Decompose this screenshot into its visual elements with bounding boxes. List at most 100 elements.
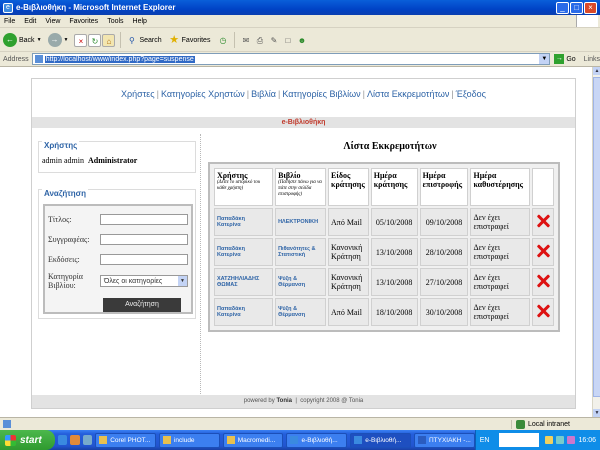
task-ebiblio-1[interactable]: e-Βιβλιοθή... xyxy=(286,432,348,448)
row-delete-button[interactable] xyxy=(531,208,554,236)
header-user: Χρήστης (Δείτε το ιστορικό του κάθε χρήστ… xyxy=(214,168,274,206)
menu-view[interactable]: View xyxy=(45,18,60,25)
title-input[interactable] xyxy=(100,214,188,225)
discuss-icon[interactable]: □ xyxy=(281,34,294,47)
print-icon[interactable]: ⎙ xyxy=(253,34,266,47)
row-user-link[interactable]: Παπαδάκη Κατερίνα xyxy=(214,208,274,236)
header-ret-date: Ημέρα επιστροφής xyxy=(419,168,469,206)
word-icon xyxy=(417,436,426,444)
minimize-button[interactable]: _ xyxy=(556,1,569,14)
title-row: Τίτλος: xyxy=(48,214,188,225)
stop-icon[interactable]: × xyxy=(74,33,88,47)
maximize-button[interactable]: □ xyxy=(570,1,583,14)
tray-icon[interactable] xyxy=(556,436,565,444)
search-form: Τίτλος: Συγγραφέας: Εκδόσεις: Κατηγορία Β… xyxy=(43,204,193,314)
task-ptyxiaki[interactable]: ΠΤΥΧΙΑΚΗ -... xyxy=(413,432,475,448)
user-panel: Χρήστης admin admin Administrator xyxy=(38,141,196,173)
edit-icon[interactable]: ✎ xyxy=(267,34,280,47)
window-titlebar: e e-Βιβλιοθήκη - Microsoft Internet Expl… xyxy=(0,0,600,15)
mail-icon[interactable]: ✉ xyxy=(239,34,252,47)
row-user-link[interactable]: Παπαδάκη Κατερίνα xyxy=(214,238,274,266)
go-button[interactable]: → Go xyxy=(554,54,576,64)
nav-pending-list[interactable]: Λίστα Εκκρεμοτήτων xyxy=(367,89,449,99)
favorites-button[interactable]: ★ Favorites xyxy=(168,34,210,47)
nav-book-categories[interactable]: Κατηγορίες Βιβλίων xyxy=(282,89,360,99)
delete-x-icon xyxy=(536,274,550,288)
nav-books[interactable]: Βιβλία xyxy=(251,89,276,99)
tray-icon[interactable] xyxy=(567,436,576,444)
chevron-down-icon: ▼ xyxy=(63,37,69,43)
tray-icon[interactable] xyxy=(545,436,554,444)
row-delete-button[interactable] xyxy=(531,238,554,266)
back-arrow-icon: ← xyxy=(3,33,17,47)
address-input[interactable]: http://localhost/www/index.php?page=susp… xyxy=(31,53,551,65)
search-submit-button[interactable]: Αναζήτηση xyxy=(103,298,181,312)
go-arrow-icon: → xyxy=(554,54,565,64)
site-page: Χρήστες | Κατηγορίες Χρηστών | Βιβλία | Κατηγο… xyxy=(31,78,576,409)
search-button[interactable]: ⚲ Search xyxy=(125,34,162,47)
back-button[interactable]: ← Back ▼ xyxy=(3,33,42,47)
row-delay: Δεν έχει επιστραφεί xyxy=(470,238,530,266)
start-button[interactable]: start xyxy=(0,430,55,450)
task-corel[interactable]: Corel PHOT... xyxy=(95,432,156,448)
home-icon[interactable]: ⌂ xyxy=(102,33,116,47)
column-divider xyxy=(200,134,201,404)
history-icon[interactable]: ◷ xyxy=(216,34,229,47)
browser-toolbar: ← Back ▼ → ▼ × ↻ ⌂ ⚲ Search ★ Favorites … xyxy=(0,29,600,52)
row-user-link[interactable]: Παπαδάκη Κατερίνα xyxy=(214,298,274,326)
forward-button[interactable]: → ▼ xyxy=(47,33,69,47)
row-delete-button[interactable] xyxy=(531,268,554,296)
chevron-down-icon: ▼ xyxy=(36,37,42,43)
author-input[interactable] xyxy=(100,234,188,245)
row-ret-date: 09/10/2008 xyxy=(419,208,469,236)
row-book-link[interactable]: Ψύξη & Θέρμανση xyxy=(275,268,326,296)
site-footer: powered by Tonia | copyright 2008 @ Toni… xyxy=(32,395,575,408)
quicklaunch-media-icon[interactable] xyxy=(70,435,80,445)
messenger-icon[interactable]: ☻ xyxy=(295,34,308,47)
scroll-down-icon[interactable]: ▼ xyxy=(593,409,600,417)
nav-users[interactable]: Χρήστες xyxy=(121,89,155,99)
row-book-link[interactable]: Πιθανότητες & Στατιστική xyxy=(275,238,326,266)
scroll-thumb[interactable] xyxy=(593,77,600,397)
ie-icon: e xyxy=(3,2,13,13)
author-row: Συγγραφέας: xyxy=(48,234,188,245)
address-url[interactable]: http://localhost/www/index.php?page=susp… xyxy=(44,55,195,63)
chevron-down-icon[interactable]: ▼ xyxy=(539,54,550,64)
task-macromedia[interactable]: Macromedi... xyxy=(222,432,284,448)
category-select[interactable]: Όλες οι κατηγορίες ▼ xyxy=(100,275,188,287)
row-ret-date: 28/10/2008 xyxy=(419,238,469,266)
search-panel-legend: Αναζήτηση xyxy=(42,189,89,198)
menu-help[interactable]: Help xyxy=(133,18,147,25)
nav-logout[interactable]: Έξοδος xyxy=(456,89,486,99)
row-user-link[interactable]: ΧΑΤΖΗΗΛΙΑΔΗΣ ΘΩΜΑΣ xyxy=(214,268,274,296)
publisher-input[interactable] xyxy=(100,254,188,265)
menu-file[interactable]: File xyxy=(4,18,15,25)
task-include[interactable]: include xyxy=(158,432,220,448)
row-book-link[interactable]: ΗΛΕΚΤΡΟΝΙΚΗ xyxy=(275,208,326,236)
task-ebiblio-2[interactable]: e-Βιβλιοθή... xyxy=(350,432,411,448)
forward-arrow-icon: → xyxy=(47,33,62,47)
links-button[interactable]: Links xyxy=(584,56,600,63)
menu-edit[interactable]: Edit xyxy=(24,18,36,25)
language-indicator[interactable]: EN xyxy=(480,437,490,444)
quicklaunch-ie-icon[interactable] xyxy=(57,435,68,445)
row-book-link[interactable]: Ψύξη & Θέρμανση xyxy=(275,298,326,326)
row-delete-button[interactable] xyxy=(531,298,554,326)
page-status-icon xyxy=(3,420,11,428)
left-column: Χρήστης admin admin Administrator Αναζήτη… xyxy=(38,137,196,319)
quicklaunch-desktop-icon[interactable] xyxy=(82,435,93,445)
row-delay: Δεν έχει επιστραφεί xyxy=(470,298,530,326)
address-label: Address xyxy=(3,55,29,63)
table-row: Παπαδάκη Κατερίνα Ψύξη & Θέρμανση Από Ma… xyxy=(214,298,554,326)
close-button[interactable]: × xyxy=(584,1,597,14)
scroll-up-icon[interactable]: ▲ xyxy=(593,67,600,75)
menu-tools[interactable]: Tools xyxy=(107,18,123,25)
delete-x-icon xyxy=(536,244,550,258)
refresh-icon[interactable]: ↻ xyxy=(88,33,102,47)
vertical-scrollbar[interactable]: ▲ ▼ xyxy=(592,67,600,417)
current-user: admin admin Administrator xyxy=(42,156,138,165)
nav-user-categories[interactable]: Κατηγορίες Χρηστών xyxy=(161,89,245,99)
row-res-date: 05/10/2008 xyxy=(370,208,418,236)
language-bar-icon[interactable] xyxy=(499,433,540,447)
menu-favorites[interactable]: Favorites xyxy=(69,18,98,25)
